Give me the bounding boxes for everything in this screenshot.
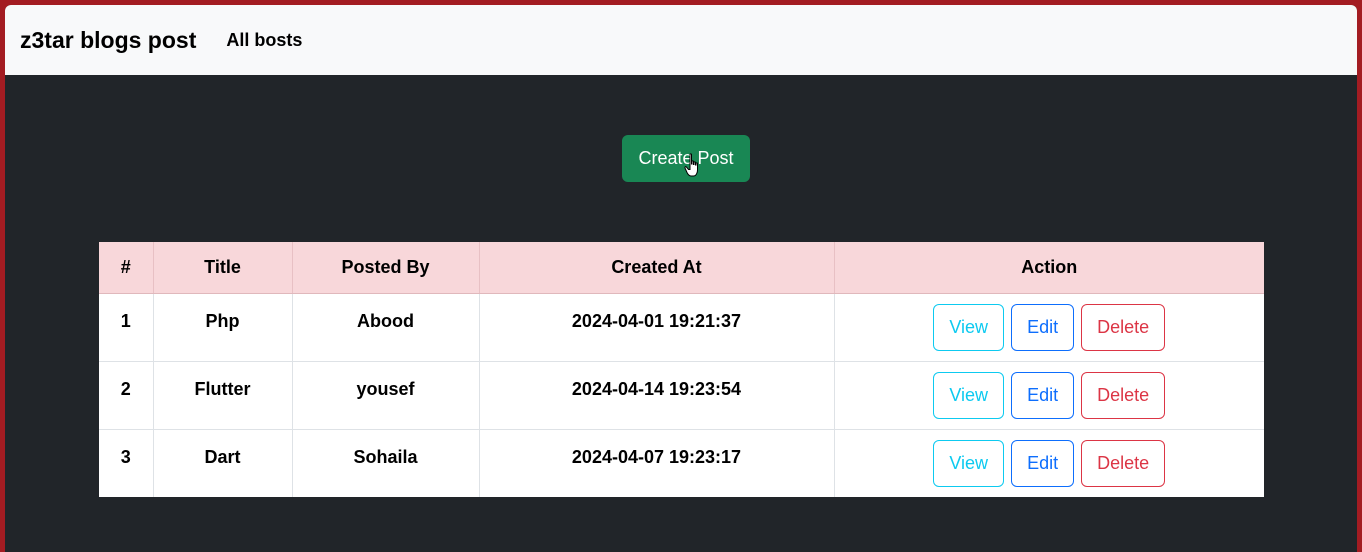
cell-posted-by: Abood	[292, 293, 480, 362]
cell-title: Dart	[153, 429, 293, 497]
posts-table: # Title Posted By Created At Action 1 Ph…	[99, 242, 1264, 497]
edit-button[interactable]: Edit	[1011, 371, 1075, 419]
posts-table-container: # Title Posted By Created At Action 1 Ph…	[99, 242, 1264, 497]
cell-created-at: 2024-04-01 19:21:37	[479, 293, 835, 362]
delete-button[interactable]: Delete	[1081, 439, 1166, 487]
cell-index: 1	[99, 293, 154, 362]
navbar: z3tar blogs post All bosts	[5, 5, 1357, 75]
cell-created-at: 2024-04-14 19:23:54	[479, 361, 835, 430]
cell-title: Flutter	[153, 361, 293, 430]
cell-actions: View Edit Delete	[834, 361, 1264, 430]
table-header-row: # Title Posted By Created At Action	[99, 242, 1264, 294]
table-row: 1 Php Abood 2024-04-01 19:21:37 View Edi…	[99, 293, 1264, 362]
cell-actions: View Edit Delete	[834, 429, 1264, 497]
edit-button[interactable]: Edit	[1011, 439, 1075, 487]
header-index: #	[99, 242, 154, 294]
header-posted-by: Posted By	[292, 242, 480, 294]
cell-index: 3	[99, 429, 154, 497]
navbar-brand[interactable]: z3tar blogs post	[20, 27, 196, 54]
view-button[interactable]: View	[933, 439, 1005, 487]
cell-posted-by: Sohaila	[292, 429, 480, 497]
table-row: 3 Dart Sohaila 2024-04-07 19:23:17 View …	[99, 429, 1264, 497]
cell-posted-by: yousef	[292, 361, 480, 430]
header-title: Title	[153, 242, 293, 294]
cell-title: Php	[153, 293, 293, 362]
app-window: z3tar blogs post All bosts Create Post #…	[5, 5, 1357, 552]
view-button[interactable]: View	[933, 371, 1005, 419]
cell-created-at: 2024-04-07 19:23:17	[479, 429, 835, 497]
cell-index: 2	[99, 361, 154, 430]
header-action: Action	[834, 242, 1264, 294]
delete-button[interactable]: Delete	[1081, 371, 1166, 419]
header-created-at: Created At	[479, 242, 835, 294]
cell-actions: View Edit Delete	[834, 293, 1264, 362]
nav-link-all-posts[interactable]: All bosts	[226, 30, 302, 51]
create-post-container: Create Post	[5, 135, 1357, 182]
view-button[interactable]: View	[933, 303, 1005, 351]
delete-button[interactable]: Delete	[1081, 303, 1166, 351]
table-row: 2 Flutter yousef 2024-04-14 19:23:54 Vie…	[99, 361, 1264, 430]
edit-button[interactable]: Edit	[1011, 303, 1075, 351]
create-post-button[interactable]: Create Post	[622, 135, 750, 182]
